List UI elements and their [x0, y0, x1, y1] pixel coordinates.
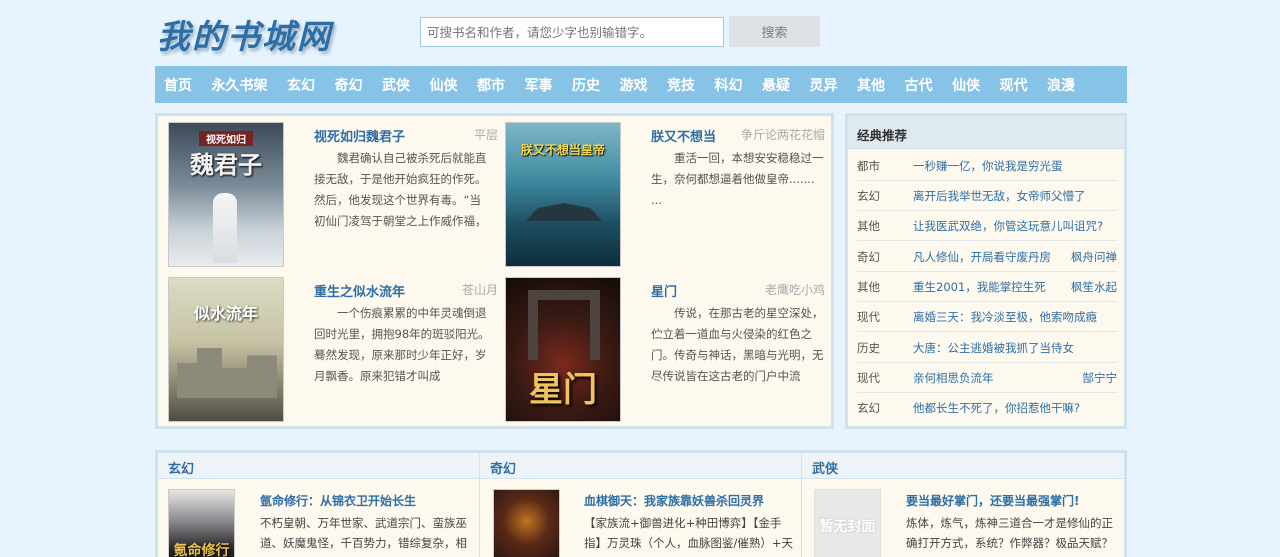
book-author: 争斤论两花花帽: [740, 128, 825, 142]
book-cover[interactable]: 似水流年: [168, 277, 284, 422]
nav-item-xianxia-2[interactable]: 仙侠: [952, 75, 980, 95]
book-description: 重活一回，本想安安稳稳过一生，奈何都想逼着他做皇帝....... ...: [651, 151, 824, 207]
nav-item-qita[interactable]: 其他: [857, 75, 885, 95]
nav-item-jingji[interactable]: 竞技: [667, 75, 695, 95]
nav-item-qihuan[interactable]: 奇幻: [335, 75, 363, 95]
nav-item-bookshelf[interactable]: 永久书架: [212, 75, 268, 95]
nav-item-gudai[interactable]: 古代: [905, 75, 933, 95]
nav-item-lishi[interactable]: 历史: [572, 75, 600, 95]
recommend-category[interactable]: 玄幻: [857, 393, 880, 423]
category-column-qihuan: 奇幻 血棋御天：我家族靠妖兽杀回灵界 【家族流+御兽进化+种田博弈】【金手指】万…: [480, 453, 802, 557]
nav-item-kehuan[interactable]: 科幻: [715, 75, 743, 95]
book-title[interactable]: 视死如归魏君子: [314, 126, 405, 145]
book-description: 魏君确认自己被杀死后就能直接无敌，于是他开始疯狂的作死。然后，他发现这个世界有毒…: [314, 151, 487, 228]
category-book-title[interactable]: 血棋御天：我家族靠妖兽杀回灵界: [584, 492, 764, 509]
featured-books-panel: 视死如归 魏君子 视死如归魏君子 平层 魏君确认自己被杀死后就能直接无敌，于是他…: [155, 113, 834, 429]
recommend-row: 现代 离婚三天：我冷淡至极，他索吻成瘾: [857, 302, 1117, 332]
book-description: 一个伤痕累累的中年灵魂倒退回时光里，拥抱98年的斑驳阳光。蓦然发现，原来那时少年…: [314, 306, 490, 383]
category-column-xuanhuan: 玄幻 氪命修行 氩命修行：从锦衣卫开始长生 不朽皇朝、万年世家、武道宗门、蛮族巫…: [158, 453, 480, 557]
recommend-category[interactable]: 现代: [857, 363, 880, 393]
nav-item-xianxia[interactable]: 仙侠: [430, 75, 458, 95]
category-column-wuxia: 武侠 暂无封面 要当最好掌门，还要当最强掌门! 炼体，炼气，炼神三道合一才是修仙…: [802, 453, 1124, 557]
category-panels: 玄幻 氪命修行 氩命修行：从锦衣卫开始长生 不朽皇朝、万年世家、武道宗门、蛮族巫…: [155, 450, 1127, 557]
category-book-desc: 不朽皇朝、万年世家、武道宗门、蛮族巫道、妖魔鬼怪，千百势力，错综复杂，相互纠缠！…: [260, 516, 467, 557]
nav-item-lingyi[interactable]: 灵异: [810, 75, 838, 95]
recommend-book-link[interactable]: 凡人修仙，开局看守废丹房: [913, 242, 1051, 272]
recommend-book-link[interactable]: 离婚三天：我冷淡至极，他索吻成瘾: [913, 302, 1097, 332]
book-title[interactable]: 朕又不想当: [651, 126, 716, 145]
book-cover[interactable]: 视死如归 魏君子: [168, 122, 284, 267]
book-cover[interactable]: [493, 489, 560, 557]
nav-item-langman[interactable]: 浪漫: [1047, 75, 1075, 95]
category-heading[interactable]: 玄幻: [158, 453, 479, 479]
book-author: 苍山月: [461, 283, 498, 297]
featured-book: 视死如归 魏君子 视死如归魏君子 平层 魏君确认自己被杀死后就能直接无敌，于是他…: [168, 122, 498, 272]
book-cover[interactable]: 暂无封面: [814, 489, 881, 557]
recommend-row: 都市 一秒赚一亿，你说我是穷光蛋: [857, 151, 1117, 181]
category-heading[interactable]: 武侠: [802, 453, 1124, 479]
recommend-category[interactable]: 玄幻: [857, 181, 880, 211]
recommend-row: 玄幻 他都长生不死了，你招惹他干嘛?: [857, 393, 1117, 423]
site-logo[interactable]: 我的书城网: [157, 10, 332, 58]
book-title[interactable]: 星门: [651, 281, 677, 300]
category-book-title[interactable]: 氩命修行：从锦衣卫开始长生: [260, 492, 416, 509]
book-description: 传说，在那古老的星空深处，伫立着一道血与火侵染的红色之门。传奇与神话，黑暗与光明…: [651, 306, 824, 383]
book-author: 老鹰吃小鸡: [764, 283, 825, 297]
category-book-desc: 炼体，炼气，炼神三道合一才是修仙的正确打开方式，系统？作弊器？极品天赋？我觉我人…: [906, 516, 1113, 557]
recommend-book-link[interactable]: 他都长生不死了，你招惹他干嘛?: [913, 393, 1080, 423]
nav-item-junshi[interactable]: 军事: [525, 75, 553, 95]
recommend-row: 玄幻 离开后我举世无敌，女帝师父懵了: [857, 181, 1117, 211]
nav-item-home[interactable]: 首页: [164, 75, 192, 95]
recommend-row: 奇幻 凡人修仙，开局看守废丹房 枫舟问禅: [857, 242, 1117, 272]
main-nav: 首页 永久书架 玄幻 奇幻 武侠 仙侠 都市 军事 历史 游戏 竞技 科幻 悬疑…: [155, 66, 1127, 103]
recommend-author[interactable]: 枫笙水起: [1071, 272, 1117, 302]
recommend-book-link[interactable]: 让我医武双绝，你管这玩意儿叫诅咒?: [913, 211, 1103, 241]
recommend-title: 经典推荐: [848, 116, 1124, 149]
nav-item-youxi[interactable]: 游戏: [620, 75, 648, 95]
recommend-book-link[interactable]: 重生2001，我能掌控生死: [913, 272, 1046, 302]
featured-book: 似水流年 重生之似水流年 苍山月 一个伤痕累累的中年灵魂倒退回时光里，拥抱98年…: [168, 277, 498, 427]
recommend-author[interactable]: 郜宁宁: [1083, 363, 1118, 393]
book-title[interactable]: 重生之似水流年: [314, 281, 405, 300]
book-cover[interactable]: 氪命修行: [168, 489, 235, 557]
recommend-author[interactable]: 枫舟问禅: [1071, 242, 1117, 272]
nav-item-xiandai[interactable]: 现代: [1000, 75, 1028, 95]
featured-book: 星门 星门 老鹰吃小鸡 传说，在那古老的星空深处，伫立着一道血与火侵染的红色之门…: [505, 277, 825, 427]
book-cover[interactable]: 星门: [505, 277, 621, 422]
recommend-row: 其他 重生2001，我能掌控生死 枫笙水起: [857, 272, 1117, 302]
book-author: 平层: [473, 128, 498, 142]
recommend-category[interactable]: 奇幻: [857, 242, 880, 272]
search-button[interactable]: 搜索: [729, 16, 820, 47]
recommend-category[interactable]: 都市: [857, 151, 880, 181]
recommend-book-link[interactable]: 离开后我举世无敌，女帝师父懵了: [913, 181, 1086, 211]
nav-item-dushi[interactable]: 都市: [477, 75, 505, 95]
recommend-panel: 经典推荐 都市 一秒赚一亿，你说我是穷光蛋 玄幻 离开后我举世无敌，女帝师父懵了 其…: [845, 113, 1127, 429]
recommend-row: 其他 让我医武双绝，你管这玩意儿叫诅咒?: [857, 211, 1117, 241]
nav-item-wuxia[interactable]: 武侠: [382, 75, 410, 95]
category-book-desc: 【家族流+御兽进化+种田博弈】【金手指】万灵珠（个人，血脉图鉴/催熟）+天元棋盘…: [584, 516, 794, 557]
nav-item-xuanhuan[interactable]: 玄幻: [287, 75, 315, 95]
recommend-row: 现代 亲何相思负流年 郜宁宁: [857, 363, 1117, 393]
book-cover[interactable]: 朕又不想当皇帝: [505, 122, 621, 267]
recommend-category[interactable]: 其他: [857, 272, 880, 302]
recommend-category[interactable]: 其他: [857, 211, 880, 241]
nav-item-xuanyi[interactable]: 悬疑: [762, 75, 790, 95]
category-book-title[interactable]: 要当最好掌门，还要当最强掌门!: [906, 492, 1079, 509]
recommend-row: 历史 大唐：公主逃婚被我抓了当侍女: [857, 333, 1117, 363]
recommend-book-link[interactable]: 亲何相思负流年: [913, 363, 994, 393]
no-cover-placeholder: 暂无封面: [819, 519, 876, 535]
recommend-book-link[interactable]: 大唐：公主逃婚被我抓了当侍女: [913, 333, 1074, 363]
recommend-category[interactable]: 历史: [857, 333, 880, 363]
cover-title-art: 氪命修行: [173, 543, 230, 557]
search-input[interactable]: [420, 17, 724, 47]
category-heading[interactable]: 奇幻: [480, 453, 801, 479]
recommend-category[interactable]: 现代: [857, 302, 880, 332]
recommend-book-link[interactable]: 一秒赚一亿，你说我是穷光蛋: [913, 151, 1063, 181]
featured-book: 朕又不想当皇帝 朕又不想当 争斤论两花花帽 重活一回，本想安安稳稳过一生，奈何都…: [505, 122, 825, 272]
